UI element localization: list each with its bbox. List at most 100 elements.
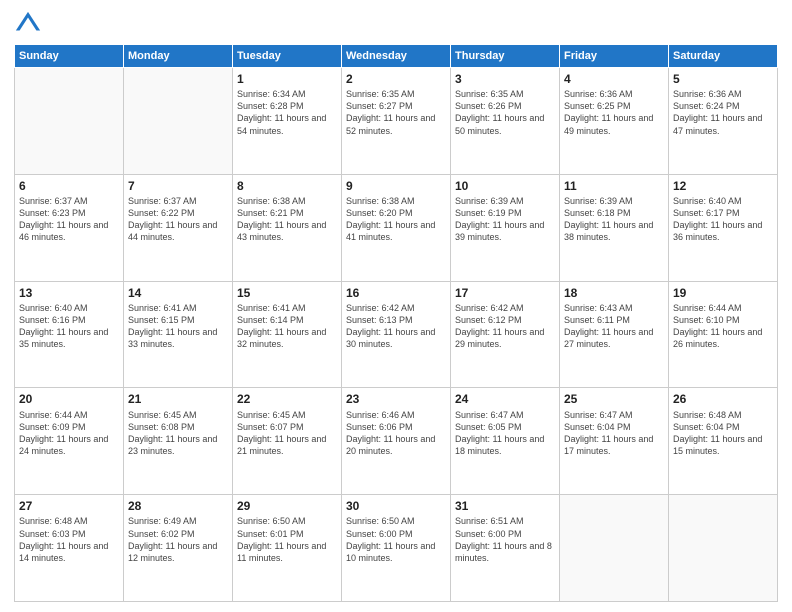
header — [14, 10, 778, 38]
day-number: 28 — [128, 498, 228, 514]
calendar-cell: 23 Sunrise: 6:46 AMSunset: 6:06 PMDayligh… — [342, 388, 451, 495]
day-number: 31 — [455, 498, 555, 514]
calendar-cell: 5Sunrise: 6:36 AMSunset: 6:24 PMDaylight… — [669, 68, 778, 175]
day-number: 7 — [128, 178, 228, 194]
day-number: 9 — [346, 178, 446, 194]
day-number: 29 — [237, 498, 337, 514]
weekday-header: Tuesday — [233, 45, 342, 68]
day-info: Sunrise: 6:50 AMSunset: 6:00 PMDaylight:… — [346, 515, 446, 564]
calendar-cell — [124, 68, 233, 175]
day-number: 3 — [455, 71, 555, 87]
day-number: 10 — [455, 178, 555, 194]
day-info: Sunrise: 6:40 AMSunset: 6:16 PMDaylight:… — [19, 302, 119, 351]
day-info: Sunrise: 6:39 AMSunset: 6:18 PMDaylight:… — [564, 195, 664, 244]
day-number: 6 — [19, 178, 119, 194]
calendar-cell: 20 Sunrise: 6:44 AMSunset: 6:09 PMDayligh… — [15, 388, 124, 495]
day-number: 21 — [128, 391, 228, 407]
weekday-header: Sunday — [15, 45, 124, 68]
day-info: Sunrise: 6:48 AMSunset: 6:04 PMDaylight:… — [673, 409, 773, 458]
day-number: 2 — [346, 71, 446, 87]
calendar-cell: 10Sunrise: 6:39 AMSunset: 6:19 PMDayligh… — [451, 174, 560, 281]
day-number: 15 — [237, 285, 337, 301]
day-info: Sunrise: 6:35 AMSunset: 6:26 PMDaylight:… — [455, 88, 555, 137]
day-number: 17 — [455, 285, 555, 301]
day-number: 16 — [346, 285, 446, 301]
calendar-cell — [15, 68, 124, 175]
calendar-cell: 1Sunrise: 6:34 AMSunset: 6:28 PMDaylight… — [233, 68, 342, 175]
day-info: Sunrise: 6:47 AMSunset: 6:05 PMDaylight:… — [455, 409, 555, 458]
day-info: Sunrise: 6:44 AMSunset: 6:09 PMDaylight:… — [19, 409, 119, 458]
calendar-cell: 24 Sunrise: 6:47 AMSunset: 6:05 PMDayligh… — [451, 388, 560, 495]
day-info: Sunrise: 6:40 AMSunset: 6:17 PMDaylight:… — [673, 195, 773, 244]
day-info: Sunrise: 6:41 AMSunset: 6:15 PMDaylight:… — [128, 302, 228, 351]
day-info: Sunrise: 6:36 AMSunset: 6:24 PMDaylight:… — [673, 88, 773, 137]
calendar-cell — [560, 495, 669, 602]
calendar-week-row: 27Sunrise: 6:48 AMSunset: 6:03 PMDayligh… — [15, 495, 778, 602]
calendar-cell: 26 Sunrise: 6:48 AMSunset: 6:04 PMDayligh… — [669, 388, 778, 495]
day-number: 27 — [19, 498, 119, 514]
day-info: Sunrise: 6:45 AMSunset: 6:08 PMDaylight:… — [128, 409, 228, 458]
calendar-cell — [669, 495, 778, 602]
day-number: 1 — [237, 71, 337, 87]
day-info: Sunrise: 6:48 AMSunset: 6:03 PMDaylight:… — [19, 515, 119, 564]
logo-icon — [14, 10, 42, 38]
weekday-header: Monday — [124, 45, 233, 68]
day-info: Sunrise: 6:39 AMSunset: 6:19 PMDaylight:… — [455, 195, 555, 244]
day-number: 4 — [564, 71, 664, 87]
day-info: Sunrise: 6:35 AMSunset: 6:27 PMDaylight:… — [346, 88, 446, 137]
day-info: Sunrise: 6:44 AMSunset: 6:10 PMDaylight:… — [673, 302, 773, 351]
weekday-header: Saturday — [669, 45, 778, 68]
logo — [14, 10, 46, 38]
calendar-cell: 12Sunrise: 6:40 AMSunset: 6:17 PMDayligh… — [669, 174, 778, 281]
day-info: Sunrise: 6:36 AMSunset: 6:25 PMDaylight:… — [564, 88, 664, 137]
day-number: 12 — [673, 178, 773, 194]
calendar-cell: 22Sunrise: 6:45 AMSunset: 6:07 PMDayligh… — [233, 388, 342, 495]
weekday-header: Friday — [560, 45, 669, 68]
day-number: 19 — [673, 285, 773, 301]
day-number: 14 — [128, 285, 228, 301]
calendar-cell: 11Sunrise: 6:39 AMSunset: 6:18 PMDayligh… — [560, 174, 669, 281]
calendar-cell: 29Sunrise: 6:50 AMSunset: 6:01 PMDayligh… — [233, 495, 342, 602]
calendar-cell: 31Sunrise: 6:51 AMSunset: 6:00 PMDayligh… — [451, 495, 560, 602]
day-info: Sunrise: 6:37 AMSunset: 6:22 PMDaylight:… — [128, 195, 228, 244]
day-info: Sunrise: 6:51 AMSunset: 6:00 PMDaylight:… — [455, 515, 555, 564]
day-info: Sunrise: 6:38 AMSunset: 6:20 PMDaylight:… — [346, 195, 446, 244]
day-info: Sunrise: 6:43 AMSunset: 6:11 PMDaylight:… — [564, 302, 664, 351]
day-number: 13 — [19, 285, 119, 301]
calendar-cell: 14Sunrise: 6:41 AMSunset: 6:15 PMDayligh… — [124, 281, 233, 388]
day-number: 26 — [673, 391, 773, 407]
day-number: 30 — [346, 498, 446, 514]
page: SundayMondayTuesdayWednesdayThursdayFrid… — [0, 0, 792, 612]
calendar-cell: 19Sunrise: 6:44 AMSunset: 6:10 PMDayligh… — [669, 281, 778, 388]
day-info: Sunrise: 6:42 AMSunset: 6:12 PMDaylight:… — [455, 302, 555, 351]
calendar-week-row: 1Sunrise: 6:34 AMSunset: 6:28 PMDaylight… — [15, 68, 778, 175]
calendar-cell: 13Sunrise: 6:40 AMSunset: 6:16 PMDayligh… — [15, 281, 124, 388]
day-number: 8 — [237, 178, 337, 194]
day-info: Sunrise: 6:34 AMSunset: 6:28 PMDaylight:… — [237, 88, 337, 137]
calendar-cell: 18Sunrise: 6:43 AMSunset: 6:11 PMDayligh… — [560, 281, 669, 388]
calendar-cell: 25Sunrise: 6:47 AMSunset: 6:04 PMDayligh… — [560, 388, 669, 495]
day-number: 20 — [19, 391, 119, 407]
day-number: 5 — [673, 71, 773, 87]
day-info: Sunrise: 6:38 AMSunset: 6:21 PMDaylight:… — [237, 195, 337, 244]
calendar-cell: 4Sunrise: 6:36 AMSunset: 6:25 PMDaylight… — [560, 68, 669, 175]
calendar-cell: 16Sunrise: 6:42 AMSunset: 6:13 PMDayligh… — [342, 281, 451, 388]
calendar-cell: 2Sunrise: 6:35 AMSunset: 6:27 PMDaylight… — [342, 68, 451, 175]
day-info: Sunrise: 6:45 AMSunset: 6:07 PMDaylight:… — [237, 409, 337, 458]
calendar-cell: 9Sunrise: 6:38 AMSunset: 6:20 PMDaylight… — [342, 174, 451, 281]
day-info: Sunrise: 6:42 AMSunset: 6:13 PMDaylight:… — [346, 302, 446, 351]
day-number: 24 — [455, 391, 555, 407]
calendar-cell: 6Sunrise: 6:37 AMSunset: 6:23 PMDaylight… — [15, 174, 124, 281]
weekday-header: Wednesday — [342, 45, 451, 68]
day-info: Sunrise: 6:46 AMSunset: 6:06 PMDaylight:… — [346, 409, 446, 458]
weekday-header: Thursday — [451, 45, 560, 68]
calendar-cell: 15Sunrise: 6:41 AMSunset: 6:14 PMDayligh… — [233, 281, 342, 388]
calendar-cell: 28Sunrise: 6:49 AMSunset: 6:02 PMDayligh… — [124, 495, 233, 602]
calendar-header: SundayMondayTuesdayWednesdayThursdayFrid… — [15, 45, 778, 68]
calendar-cell: 30Sunrise: 6:50 AMSunset: 6:00 PMDayligh… — [342, 495, 451, 602]
day-number: 23 — [346, 391, 446, 407]
calendar-week-row: 20 Sunrise: 6:44 AMSunset: 6:09 PMDayligh… — [15, 388, 778, 495]
day-number: 25 — [564, 391, 664, 407]
calendar-table: SundayMondayTuesdayWednesdayThursdayFrid… — [14, 44, 778, 602]
day-info: Sunrise: 6:49 AMSunset: 6:02 PMDaylight:… — [128, 515, 228, 564]
